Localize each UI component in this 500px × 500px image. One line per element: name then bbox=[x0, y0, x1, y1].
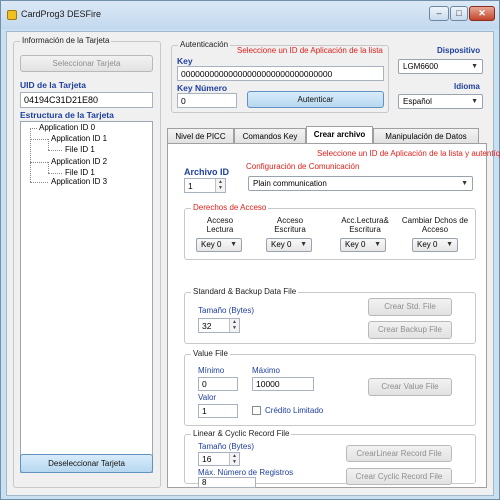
chevron-down-icon: ▼ bbox=[374, 241, 381, 248]
spin-arrows-icon[interactable]: ▲ ▼ bbox=[229, 319, 239, 332]
app-icon bbox=[7, 10, 17, 20]
card-info-title: Información de la Tarjeta bbox=[20, 36, 112, 45]
max-records-field[interactable]: 8 bbox=[198, 477, 256, 488]
file-id-value: 1 bbox=[188, 181, 193, 191]
create-linear-record-button[interactable]: CrearLinear Record File bbox=[346, 445, 452, 462]
language-value: Español bbox=[403, 97, 432, 106]
window-title: CardProg3 DESFire bbox=[21, 9, 102, 19]
card-structure-tree[interactable]: Application ID 0 Application ID 1 File I… bbox=[20, 121, 153, 473]
access-read-value: Key 0 bbox=[201, 240, 222, 249]
record-size-value: 16 bbox=[202, 454, 212, 464]
tab-key-commands[interactable]: Comandos Key bbox=[234, 128, 306, 144]
chevron-down-icon: ▼ bbox=[471, 63, 478, 70]
tree-node[interactable]: Application ID 1 bbox=[51, 134, 107, 143]
std-size-value: 32 bbox=[202, 321, 212, 331]
chevron-down-icon: ▼ bbox=[300, 241, 307, 248]
std-size-label: Tamaño (Bytes) bbox=[198, 306, 255, 315]
uid-label: UID de la Tarjeta bbox=[20, 80, 86, 90]
create-file-page: Seleccione un ID de Aplicación de la lis… bbox=[167, 143, 500, 488]
comm-select[interactable]: Plain communication ▼ bbox=[248, 176, 473, 191]
key-label: Key bbox=[177, 56, 193, 66]
access-write-label: Acceso Escritura bbox=[274, 216, 306, 234]
tree-node[interactable]: File ID 1 bbox=[65, 168, 95, 177]
access-read-select[interactable]: Key 0 ▼ bbox=[196, 238, 242, 252]
access-change-value: Key 0 bbox=[417, 240, 438, 249]
select-card-button[interactable]: Seleccionar Tarjeta bbox=[20, 55, 153, 72]
record-size-label: Tamaño (Bytes) bbox=[198, 442, 255, 451]
deselect-card-button[interactable]: Deseleccionar Tarjeta bbox=[20, 454, 153, 473]
maximize-button[interactable]: □ bbox=[450, 6, 468, 21]
device-value: LGM6600 bbox=[403, 62, 439, 71]
tree-node[interactable]: Application ID 0 bbox=[39, 123, 95, 132]
value-file-title: Value File bbox=[191, 349, 230, 358]
comm-label: Configuración de Comunicación bbox=[246, 162, 360, 171]
std-size-stepper[interactable]: 32 ▲ ▼ bbox=[198, 318, 240, 333]
create-hint: Seleccione un ID de Aplicación de la lis… bbox=[317, 149, 500, 158]
spin-arrows-icon[interactable]: ▲ ▼ bbox=[215, 179, 225, 192]
tab-picc[interactable]: Nivel de PICC bbox=[167, 128, 234, 144]
auth-hint: Seleccione un ID de Aplicación de la lis… bbox=[237, 46, 383, 55]
max-records-label: Máx. Número de Registros bbox=[198, 468, 294, 477]
access-read-label: Acceso Lectura bbox=[206, 216, 234, 234]
comm-value: Plain communication bbox=[253, 179, 327, 188]
key-number-field[interactable]: 0 bbox=[177, 93, 237, 108]
access-readwrite-select[interactable]: Key 0 ▼ bbox=[340, 238, 386, 252]
language-label: Idioma bbox=[454, 82, 480, 91]
chevron-down-icon: ▼ bbox=[446, 241, 453, 248]
app-window: CardProg3 DESFire – □ ✕ Información de l… bbox=[0, 0, 500, 500]
title-bar: CardProg3 DESFire – □ ✕ bbox=[1, 1, 499, 29]
uid-field[interactable]: 04194C31D21E80 bbox=[20, 92, 153, 108]
min-label: Mínimo bbox=[198, 366, 225, 375]
access-readwrite-value: Key 0 bbox=[345, 240, 366, 249]
device-select[interactable]: LGM6600 ▼ bbox=[398, 59, 483, 74]
device-label: Dispositivo bbox=[437, 46, 481, 55]
access-rights-title: Derechos de Acceso bbox=[191, 203, 269, 212]
key-number-label: Key Número bbox=[177, 83, 228, 93]
chevron-down-icon: ▼ bbox=[230, 241, 237, 248]
value-label: Valor bbox=[198, 393, 217, 402]
access-write-value: Key 0 bbox=[271, 240, 292, 249]
chevron-down-icon: ▼ bbox=[461, 180, 468, 187]
access-readwrite-label: Acc.Lectura& Escritura bbox=[341, 216, 389, 234]
structure-label: Estructura de la Tarjeta bbox=[20, 110, 114, 120]
limited-credit-checkbox[interactable] bbox=[252, 406, 261, 415]
file-id-stepper[interactable]: 1 ▲ ▼ bbox=[184, 178, 226, 193]
create-value-file-button[interactable]: Crear Value File bbox=[368, 378, 452, 396]
min-field[interactable]: 0 bbox=[198, 377, 238, 391]
create-backup-file-button[interactable]: Crear Backup File bbox=[368, 321, 452, 339]
limited-credit-label: Crédito Limitado bbox=[265, 406, 324, 415]
auth-title: Autenticación bbox=[178, 40, 231, 49]
value-field[interactable]: 1 bbox=[198, 404, 238, 418]
minimize-button[interactable]: – bbox=[429, 6, 449, 21]
tab-data-manipulation[interactable]: Manipulación de Datos bbox=[373, 128, 479, 144]
language-select[interactable]: Español ▼ bbox=[398, 94, 483, 109]
tree-node[interactable]: Application ID 2 bbox=[51, 157, 107, 166]
tree-node[interactable]: Application ID 3 bbox=[51, 177, 107, 186]
record-size-stepper[interactable]: 16 ▲ ▼ bbox=[198, 452, 240, 466]
authenticate-button[interactable]: Autenticar bbox=[247, 91, 384, 108]
key-field[interactable]: 00000000000000000000000000000000 bbox=[177, 66, 384, 81]
create-cyclic-record-button[interactable]: Crear Cyclic Record File bbox=[346, 468, 452, 485]
max-label: Máximo bbox=[252, 366, 281, 375]
create-std-file-button[interactable]: Crear Std. File bbox=[368, 298, 452, 316]
access-change-select[interactable]: Key 0 ▼ bbox=[412, 238, 458, 252]
tab-create-file[interactable]: Crear archivo bbox=[306, 126, 373, 144]
access-change-label: Cambiar Dchos de Acceso bbox=[401, 216, 469, 234]
file-id-label: Archivo ID bbox=[184, 167, 230, 177]
chevron-down-icon: ▼ bbox=[471, 98, 478, 105]
main-panel: Información de la Tarjeta Seleccionar Ta… bbox=[6, 31, 500, 496]
record-file-title: Linear & Cyclic Record File bbox=[191, 429, 292, 438]
std-file-title: Standard & Backup Data File bbox=[191, 287, 299, 296]
access-write-select[interactable]: Key 0 ▼ bbox=[266, 238, 312, 252]
spin-arrows-icon[interactable]: ▲ ▼ bbox=[229, 453, 239, 465]
max-field[interactable]: 10000 bbox=[252, 377, 314, 391]
close-button[interactable]: ✕ bbox=[469, 6, 495, 21]
tree-node[interactable]: File ID 1 bbox=[65, 145, 95, 154]
